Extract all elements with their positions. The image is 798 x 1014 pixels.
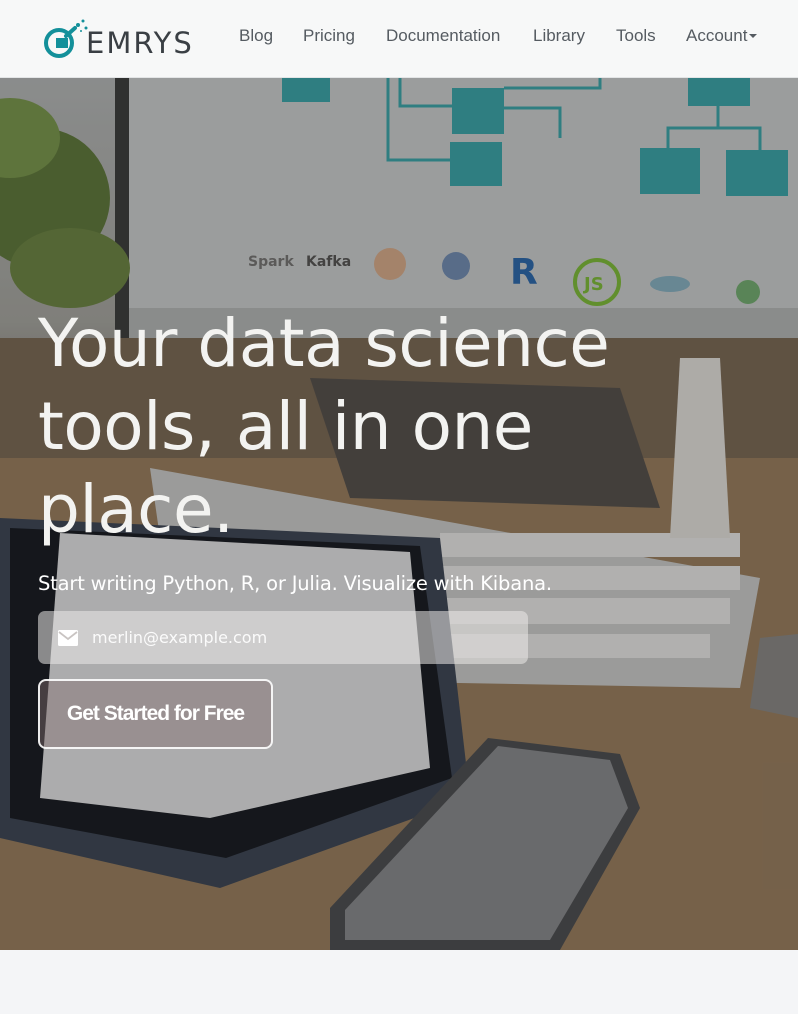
page-footer-area [0,950,798,1014]
nav-item-tools[interactable]: Tools [616,26,656,46]
nav-item-account[interactable]: Account [686,26,758,46]
hero-headline: Your data science tools, all in one plac… [38,305,610,548]
nav-menu: Blog Pricing Documentation Library Tools… [0,0,798,78]
get-started-button[interactable]: Get Started for Free [38,679,273,749]
caret-down-icon [749,33,758,38]
email-input-group [38,611,528,664]
email-input[interactable] [88,611,528,664]
top-navbar: EMRYS Blog Pricing Documentation Library… [0,0,798,78]
nav-item-library[interactable]: Library [533,26,585,46]
nav-item-pricing[interactable]: Pricing [303,26,355,46]
nav-item-account-label: Account [686,26,748,45]
envelope-icon [48,611,88,664]
nav-item-blog[interactable]: Blog [239,26,273,46]
hero-section: Spark Kafka R JS Your data science tools… [0,78,798,950]
nav-item-documentation[interactable]: Documentation [386,26,500,46]
hero-subline: Start writing Python, R, or Julia. Visua… [38,572,552,595]
